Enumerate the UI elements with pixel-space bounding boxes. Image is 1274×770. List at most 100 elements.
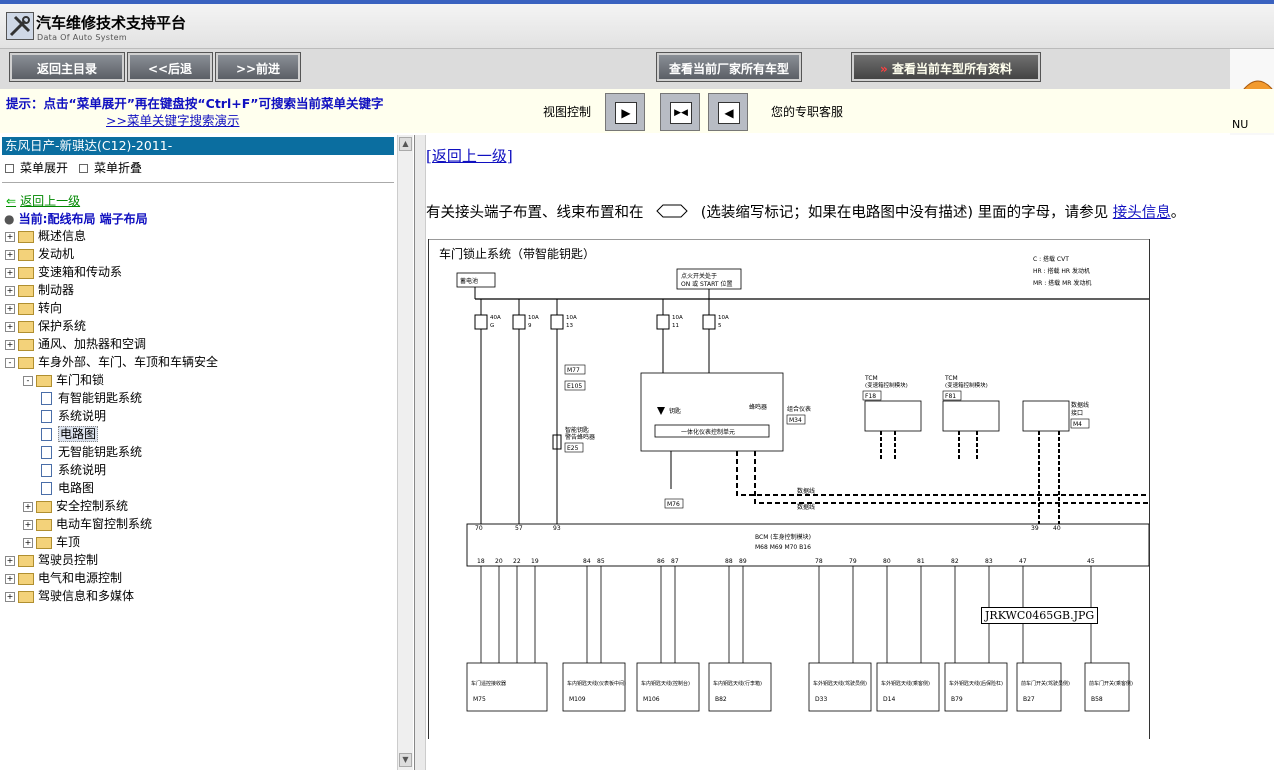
load-component-label: 车外钥匙天线(驾驶员侧) <box>813 680 867 687</box>
expand-toggle-icon[interactable]: + <box>5 249 15 260</box>
tree-folder-item[interactable]: + 驾驶信息和多媒体 <box>5 587 134 605</box>
menu-collapse-button[interactable]: 菜单折叠 <box>79 159 142 176</box>
tree-folder-item[interactable]: + 电动车窗控制系统 <box>23 515 152 533</box>
can-line <box>1038 431 1060 524</box>
pin-number: 39 <box>1031 525 1039 532</box>
tree-folder-item[interactable]: + 安全控制系统 <box>23 497 128 515</box>
document-icon <box>41 482 52 495</box>
sidebar-scrollbar[interactable]: ▲ ▼ <box>397 135 413 770</box>
fuse-column: 10A 5 <box>702 299 729 373</box>
divider <box>2 182 394 183</box>
tree-item-label: 电路图 <box>58 426 99 442</box>
collapse-toggle-icon[interactable]: - <box>23 375 33 386</box>
home-button[interactable]: 返回主目录 <box>9 52 125 82</box>
tree-folder-item[interactable]: + 驾驶员控制 <box>5 551 98 569</box>
tree-doc-item[interactable]: 电路图 <box>41 479 94 497</box>
expand-toggle-icon[interactable]: + <box>5 573 15 584</box>
back-up-label: 返回上一级 <box>20 194 81 208</box>
tree-doc-item[interactable]: 系统说明 <box>41 407 106 425</box>
tree-folder-item[interactable]: + 概述信息 <box>5 227 86 245</box>
tcm-label: (变速箱控制模块) <box>945 381 988 389</box>
can-line <box>958 431 978 461</box>
tree-doc-item[interactable]: 系统说明 <box>41 461 106 479</box>
pin-number: 84 <box>583 558 591 565</box>
tree-folder-item[interactable]: + 车顶 <box>23 533 80 551</box>
load-connector-label: B27 <box>1023 696 1035 703</box>
load-component-box <box>944 662 1008 712</box>
tree-doc-item[interactable]: 有智能钥匙系统 <box>41 389 142 407</box>
tree-folder-item[interactable]: + 制动器 <box>5 281 74 299</box>
document-icon <box>41 392 52 405</box>
folder-icon <box>18 320 34 333</box>
data-link-label: 接口 <box>1071 409 1083 417</box>
expand-toggle-icon[interactable]: + <box>23 501 33 512</box>
back-button[interactable]: <<后退 <box>127 52 213 82</box>
scroll-down-icon[interactable]: ▼ <box>399 753 412 767</box>
expand-toggle-icon[interactable]: + <box>5 339 15 350</box>
expand-toggle-icon[interactable]: + <box>23 537 33 548</box>
connector-label: E25 <box>567 445 579 452</box>
pin-number: 18 <box>477 558 485 565</box>
forward-button[interactable]: >>前进 <box>215 52 301 82</box>
pin-number: 83 <box>985 558 993 565</box>
all-models-button[interactable]: 查看当前厂家所有车型 <box>656 52 802 82</box>
back-up-link[interactable]: ⇐ 返回上一级 <box>6 192 80 209</box>
pin-number: 70 <box>475 525 483 532</box>
pin-number: 87 <box>671 558 679 565</box>
tree-item-label: 制动器 <box>38 283 75 297</box>
connector-label: E105 <box>567 383 582 390</box>
menu-expand-button[interactable]: 菜单展开 <box>5 159 68 176</box>
menu-collapse-label: 菜单折叠 <box>94 161 143 175</box>
split-view-button[interactable]: ▶◀ <box>660 93 700 131</box>
collapse-toggle-icon[interactable]: - <box>5 357 15 368</box>
expand-left-button[interactable]: ◀ <box>708 93 748 131</box>
tree-folder-item[interactable]: + 保护系统 <box>5 317 86 335</box>
folder-icon <box>18 266 34 279</box>
load-connector-label: D33 <box>815 696 827 703</box>
scroll-up-icon[interactable]: ▲ <box>399 137 412 151</box>
expand-toggle-icon[interactable]: + <box>5 285 15 296</box>
tcm-label: (变速箱控制模块) <box>865 381 908 389</box>
pin-number: 80 <box>883 558 891 565</box>
connector-info-link[interactable]: 接头信息 <box>1113 205 1171 221</box>
content-back-link[interactable]: [返回上一级] <box>426 145 513 166</box>
fuse-rating: 10A <box>672 315 683 321</box>
fuse-column: 10A 9 <box>512 299 539 524</box>
tree-doc-item[interactable]: 无智能钥匙系统 <box>41 443 142 461</box>
bcm-connectors: M68 M69 M70 B16 <box>755 544 811 551</box>
expand-toggle-icon[interactable]: + <box>5 591 15 602</box>
expand-toggle-icon[interactable]: + <box>5 321 15 332</box>
fuse-column: 10A 11 <box>656 299 683 373</box>
splitter-bar[interactable] <box>415 135 426 770</box>
folder-icon <box>18 356 34 369</box>
main-toolbar: 返回主目录 <<后退 >>前进 查看当前厂家所有车型 » 查看当前车型所有资料 <box>0 49 1274 89</box>
legend-item: MR : 搭载 MR 发动机 <box>1033 279 1091 287</box>
expand-toggle-icon[interactable]: + <box>5 267 15 278</box>
expand-toggle-icon[interactable]: + <box>5 231 15 242</box>
fuse-id: G <box>490 323 494 329</box>
all-data-button[interactable]: » 查看当前车型所有资料 <box>851 52 1041 82</box>
tree-doc-item[interactable]: 电路图 <box>41 425 99 443</box>
tree-folder-item[interactable]: + 变速箱和传动系 <box>5 263 122 281</box>
desc-after: (选装缩写标记；如果在电路图中没有描述) 里面的字母，请参见 <box>700 205 1109 221</box>
wiring-diagram[interactable]: 车门锁止系统（带智能钥匙） C : 搭载 CVT HR : 搭载 HR 发动机 … <box>428 238 1150 739</box>
tree-folder-item[interactable]: + 转向 <box>5 299 62 317</box>
tree-folder-item[interactable]: + 通风、加热器和空调 <box>5 335 146 353</box>
tree-folder-item[interactable]: + 电气和电源控制 <box>5 569 122 587</box>
expand-toggle-icon[interactable]: + <box>23 519 33 530</box>
square-icon <box>79 164 88 173</box>
folder-icon <box>18 284 34 297</box>
tree-folder-item[interactable]: + 发动机 <box>5 245 74 263</box>
search-demo-link[interactable]: >>菜单关键字搜索演示 <box>106 110 239 129</box>
load-component-box <box>708 662 772 712</box>
expand-toggle-icon[interactable]: + <box>5 303 15 314</box>
tree-folder-item[interactable]: - 车门和锁 <box>23 371 104 389</box>
back-arrow-icon: ⇐ <box>6 194 17 208</box>
load-component-box <box>562 662 626 712</box>
expand-right-button[interactable]: ▶ <box>605 93 645 131</box>
pin-number: 93 <box>553 525 561 532</box>
load-component-label: 车内钥匙天线(行李箱) <box>713 680 762 687</box>
tree-folder-item[interactable]: - 车身外部、车门、车顶和车辆安全 <box>5 353 218 371</box>
expand-toggle-icon[interactable]: + <box>5 555 15 566</box>
load-connector-label: B58 <box>1091 696 1103 703</box>
